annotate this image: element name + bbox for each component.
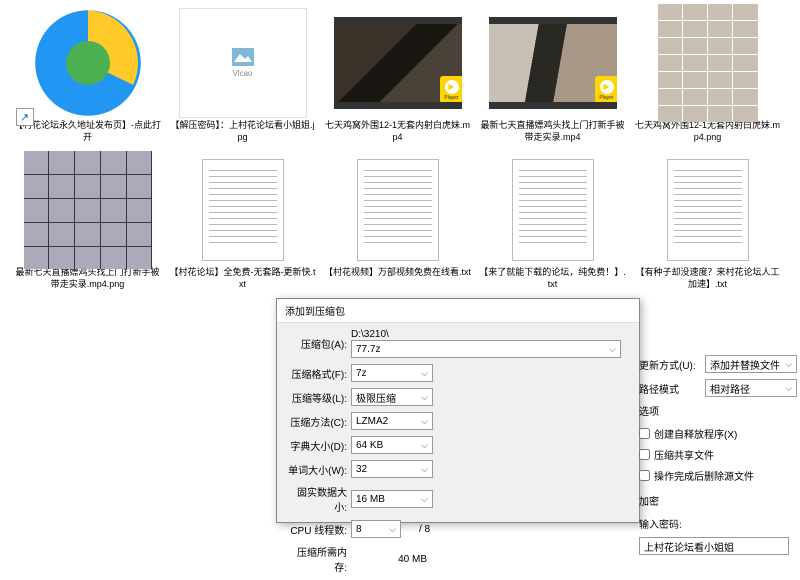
file-item[interactable]: ▶Player 最新七天直播嫖鸡头找上门打新手被带走实录.mp4 [475,8,630,143]
update-label: 更新方式(U): [639,357,701,372]
file-label: 【来了就能下载的论坛，纯免费！】.txt [475,267,630,290]
path-combo[interactable]: 相对路径 [705,379,797,397]
dict-combo[interactable]: 64 KB [351,436,433,454]
word-label: 单词大小(W): [287,462,347,477]
txt-file-icon [512,159,594,261]
archive-name-input[interactable]: 77.7z [351,340,621,358]
file-label: 最新七天直播嫖鸡头找上门打新手被带走实录.mp4 [475,120,630,143]
file-item[interactable]: 【村花论坛】全免费-无套路-更新快.txt [165,155,320,290]
file-item[interactable]: 七天鸡窝外围12-1无套内射白虎妹.mp4.png [630,8,785,143]
file-item[interactable]: Vlcao 【解压密码】：上村花论坛看小姐姐.jpg [165,8,320,143]
file-label: 【有种子却没速度？来村花论坛人工加速】.txt [630,267,785,290]
file-label: 【村花论坛】全免费-无套路-更新快.txt [165,267,320,290]
password-label: 输入密码: [639,516,797,531]
encryption-title: 加密 [639,493,797,508]
method-label: 压缩方法(C): [287,414,347,429]
player-badge-icon: ▶Player [595,76,617,104]
block-label: 固实数据大小: [287,484,347,514]
options-title: 选项 [639,403,797,418]
shortcut-arrow-icon: ↗ [16,108,34,126]
image-placeholder-icon: Vlcao [179,8,307,118]
file-label: 【解压密码】：上村花论坛看小姐姐.jpg [165,120,320,143]
mem-compress-value: 40 MB [351,554,433,565]
format-combo[interactable]: 7z [351,364,433,382]
archive-label: 压缩包(A): [287,336,347,351]
file-label: 最新七天直播嫖鸡头找上门打新手被带走实录.mp4.png [10,267,165,290]
delete-checkbox[interactable]: 操作完成后删除源文件 [639,468,797,483]
vlcao-text: Vlcao [232,69,252,78]
block-combo[interactable]: 16 MB [351,490,433,508]
file-item[interactable]: 【来了就能下载的论坛，纯免费！】.txt [475,155,630,290]
file-item[interactable]: ↗ 【村花论坛永久地址发布页】-点此打开 [10,8,165,143]
archive-path: D:\3210\ [351,329,621,340]
path-label: 路径模式 [639,381,701,396]
word-combo[interactable]: 32 [351,460,433,478]
collage-thumbnail [24,151,152,269]
share-checkbox[interactable]: 压缩共享文件 [639,447,797,462]
txt-file-icon [202,159,284,261]
dict-label: 字典大小(D): [287,438,347,453]
dialog-title: 添加到压缩包 [277,299,639,323]
method-combo[interactable]: LZMA2 [351,412,433,430]
browser-icon: ↗ [24,8,152,118]
collage-thumbnail [658,4,758,122]
cpu-total: / 8 [419,524,430,535]
file-item[interactable]: 【有种子却没速度？来村花论坛人工加速】.txt [630,155,785,290]
player-badge-icon: ▶Player [440,76,462,104]
file-label: 【村花视频】万部视频免费在线看.txt [320,267,475,279]
sfx-checkbox[interactable]: 创建自释放程序(X) [639,426,797,441]
file-item[interactable]: 最新七天直播嫖鸡头找上门打新手被带走实录.mp4.png [10,155,165,290]
file-item[interactable]: ▶Player 七天鸡窝外围12-1无套内射白虎妹.mp4 [320,8,475,143]
video-thumbnail: ▶Player [489,17,617,109]
file-grid: ↗ 【村花论坛永久地址发布页】-点此打开 Vlcao 【解压密码】：上村花论坛看… [0,0,800,311]
txt-file-icon [357,159,439,261]
file-item[interactable]: 【村花视频】万部视频免费在线看.txt [320,155,475,290]
file-label: 七天鸡窝外围12-1无套内射白虎妹.mp4 [320,120,475,143]
password-input[interactable]: 上村花论坛看小姐姐 [639,537,789,555]
archive-dialog: 添加到压缩包 压缩包(A): D:\3210\ 77.7z 压缩格式(F): 7z… [276,298,640,523]
level-label: 压缩等级(L): [287,390,347,405]
file-label: 七天鸡窝外围12-1无套内射白虎妹.mp4.png [630,120,785,143]
format-label: 压缩格式(F): [287,366,347,381]
level-combo[interactable]: 极限压缩 [351,388,433,406]
txt-file-icon [667,159,749,261]
video-thumbnail: ▶Player [334,17,462,109]
cpu-label: CPU 线程数: [287,522,347,537]
update-combo[interactable]: 添加并替换文件 [705,355,797,373]
mem-compress-label: 压缩所需内存: [287,544,347,574]
